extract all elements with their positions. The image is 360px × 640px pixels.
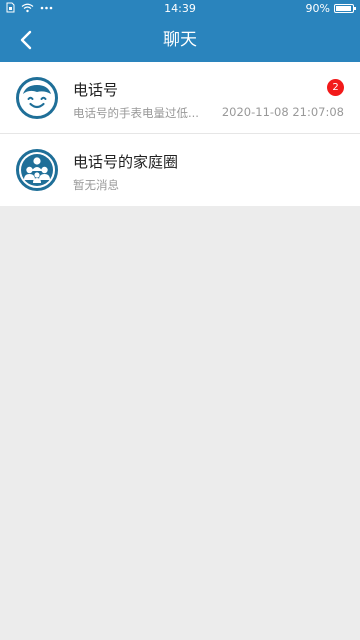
battery-icon [334, 4, 356, 13]
chat-list: 电话号 电话号的手表电量过低... 2020-11-08 21:07:08 2 … [0, 62, 360, 206]
chat-preview: 暂无消息 [73, 178, 119, 192]
family-group-icon [16, 149, 58, 191]
chat-name: 电话号 [73, 81, 119, 99]
chat-item-contact[interactable]: 电话号 电话号的手表电量过低... 2020-11-08 21:07:08 2 [0, 62, 360, 134]
chat-name: 电话号的家庭圈 [73, 153, 179, 171]
smiley-face-icon [16, 77, 58, 119]
chat-preview: 电话号的手表电量过低... [73, 106, 199, 120]
page-title: 聊天 [163, 30, 197, 50]
status-icons-right: 90% [305, 2, 356, 15]
unread-badge: 2 [327, 79, 344, 96]
app-bar: 聊天 [0, 18, 360, 62]
chat-item-family-circle[interactable]: 电话号的家庭圈 暂无消息 [0, 134, 360, 206]
status-bar: 14:39 90% [0, 0, 360, 18]
battery-percent: 90% [305, 2, 330, 15]
chat-time: 2020-11-08 21:07:08 [221, 105, 344, 119]
